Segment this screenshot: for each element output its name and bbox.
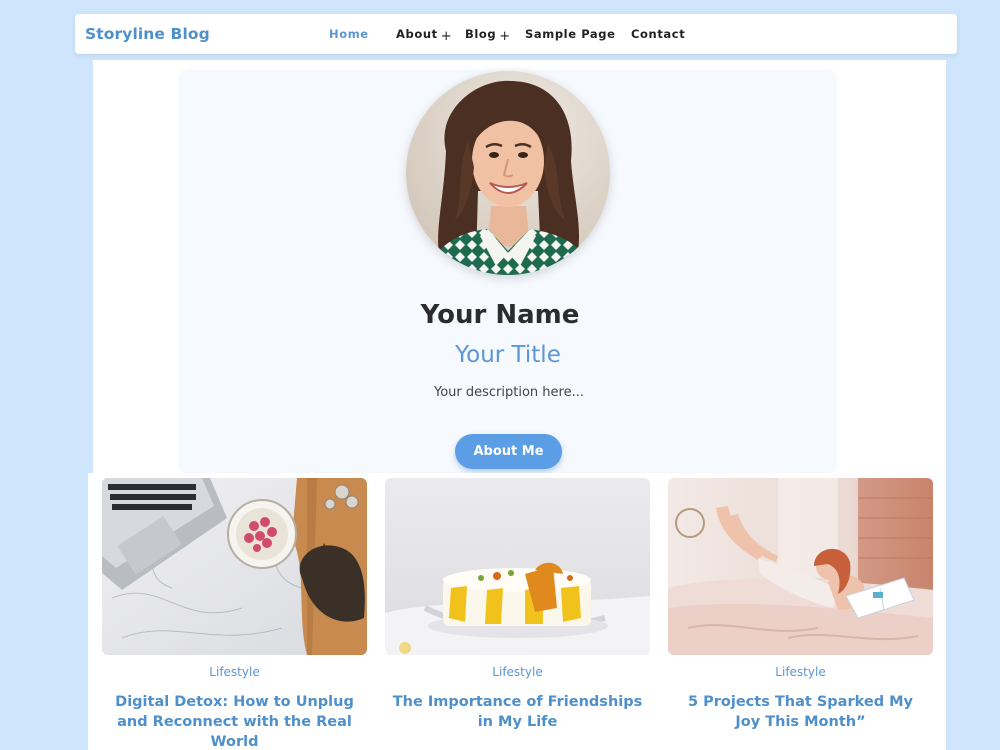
nav-contact[interactable]: Contact bbox=[631, 27, 685, 41]
nav-sample-page-label: Sample Page bbox=[525, 27, 616, 41]
page: Storyline Blog Home About + Blog + Sample … bbox=[0, 0, 1000, 750]
post-category[interactable]: Lifestyle bbox=[102, 665, 367, 679]
profile-title: Your Title bbox=[455, 342, 561, 368]
laptop-desk-photo-icon bbox=[102, 478, 367, 655]
plus-icon[interactable]: + bbox=[441, 29, 453, 44]
post-category[interactable]: Lifestyle bbox=[668, 665, 933, 679]
post-title[interactable]: Digital Detox: How to Unplug and Reconne… bbox=[102, 692, 367, 750]
cake-photo-icon bbox=[385, 478, 650, 655]
nav-home-label: Home bbox=[329, 27, 369, 41]
profile-photo-icon bbox=[406, 71, 610, 275]
post-title[interactable]: 5 Projects That Sparked My Joy This Mont… bbox=[668, 692, 933, 732]
plus-icon[interactable]: + bbox=[499, 29, 511, 44]
post-category[interactable]: Lifestyle bbox=[385, 665, 650, 679]
nav-contact-label: Contact bbox=[631, 27, 686, 41]
nav-about-label: About bbox=[396, 27, 438, 41]
profile-avatar bbox=[406, 71, 610, 275]
nav-home[interactable]: Home bbox=[329, 27, 369, 41]
profile-description: Your description here... bbox=[434, 385, 584, 400]
site-logo[interactable]: Storyline Blog bbox=[85, 25, 210, 43]
nav-blog[interactable]: Blog + bbox=[465, 27, 511, 44]
post-thumbnail[interactable] bbox=[385, 478, 650, 655]
post-title[interactable]: The Importance of Friendships in My Life bbox=[385, 692, 650, 732]
about-me-button[interactable]: About Me bbox=[455, 434, 562, 469]
nav-about[interactable]: About + bbox=[396, 27, 453, 44]
post-card[interactable]: Lifestyle The Importance of Friendships … bbox=[385, 478, 650, 732]
nav-blog-label: Blog bbox=[465, 27, 497, 41]
profile-name: Your Name bbox=[420, 300, 580, 330]
post-thumbnail[interactable] bbox=[668, 478, 933, 655]
post-thumbnail[interactable] bbox=[102, 478, 367, 655]
woman-reading-bed-photo-icon bbox=[668, 478, 933, 655]
post-card[interactable]: Lifestyle 5 Projects That Sparked My Joy… bbox=[668, 478, 933, 732]
nav-sample-page[interactable]: Sample Page bbox=[525, 27, 616, 41]
header-bar: Storyline Blog Home About + Blog + Sample … bbox=[75, 14, 957, 54]
post-card[interactable]: Lifestyle Digital Detox: How to Unplug a… bbox=[102, 478, 367, 750]
